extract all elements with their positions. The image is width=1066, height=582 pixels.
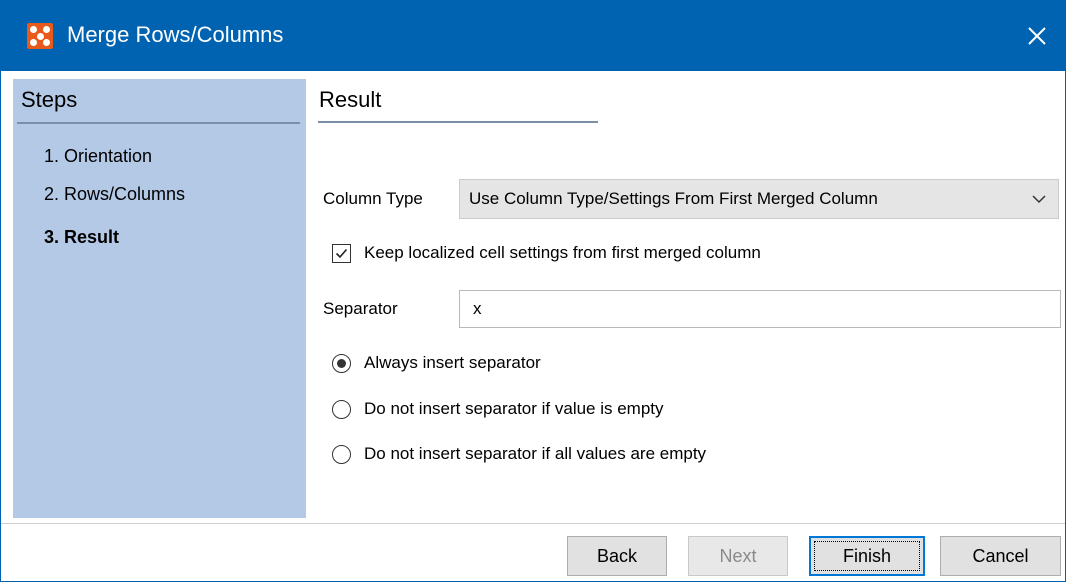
footer-divider — [1, 523, 1065, 524]
merge-dialog: Merge Rows/Columns Steps 1. Orientation … — [0, 0, 1066, 582]
cancel-button[interactable]: Cancel — [940, 536, 1061, 576]
keep-localized-checkbox[interactable] — [332, 244, 351, 263]
steps-title: Steps — [21, 87, 78, 112]
radio-button[interactable] — [332, 354, 351, 373]
steps-panel: Steps 1. Orientation 2. Rows/Columns 3. … — [13, 79, 306, 518]
chevron-down-icon — [1032, 195, 1046, 204]
focus-ring — [814, 541, 920, 571]
column-type-value: Use Column Type/Settings From First Merg… — [469, 189, 878, 208]
next-button[interactable]: Next — [688, 536, 788, 576]
radio-label: Do not insert separator if value is empt… — [364, 399, 664, 418]
window-title: Merge Rows/Columns — [67, 22, 284, 47]
radio-label: Always insert separator — [364, 353, 541, 372]
step-orientation[interactable]: 1. Orientation — [44, 146, 152, 167]
separator-input[interactable] — [459, 290, 1061, 328]
keep-localized-label: Keep localized cell settings from first … — [364, 243, 761, 262]
close-button[interactable] — [1009, 1, 1065, 71]
step-rows-columns[interactable]: 2. Rows/Columns — [44, 184, 185, 205]
radio-button[interactable] — [332, 445, 351, 464]
close-icon — [1028, 27, 1046, 45]
radio-label: Do not insert separator if all values ar… — [364, 444, 707, 463]
column-type-select[interactable]: Use Column Type/Settings From First Merg… — [459, 179, 1059, 219]
section-divider — [318, 121, 598, 123]
steps-divider — [17, 122, 300, 124]
back-button[interactable]: Back — [567, 536, 667, 576]
checkmark-icon — [335, 248, 348, 259]
radio-button[interactable] — [332, 400, 351, 419]
title-bar: Merge Rows/Columns — [1, 1, 1065, 71]
step-result[interactable]: 3. Result — [44, 227, 119, 248]
finish-button[interactable]: Finish — [809, 536, 925, 576]
section-title: Result — [319, 87, 382, 112]
column-type-label: Column Type — [323, 189, 423, 208]
app-grid-icon — [27, 23, 53, 49]
separator-label: Separator — [323, 299, 398, 318]
